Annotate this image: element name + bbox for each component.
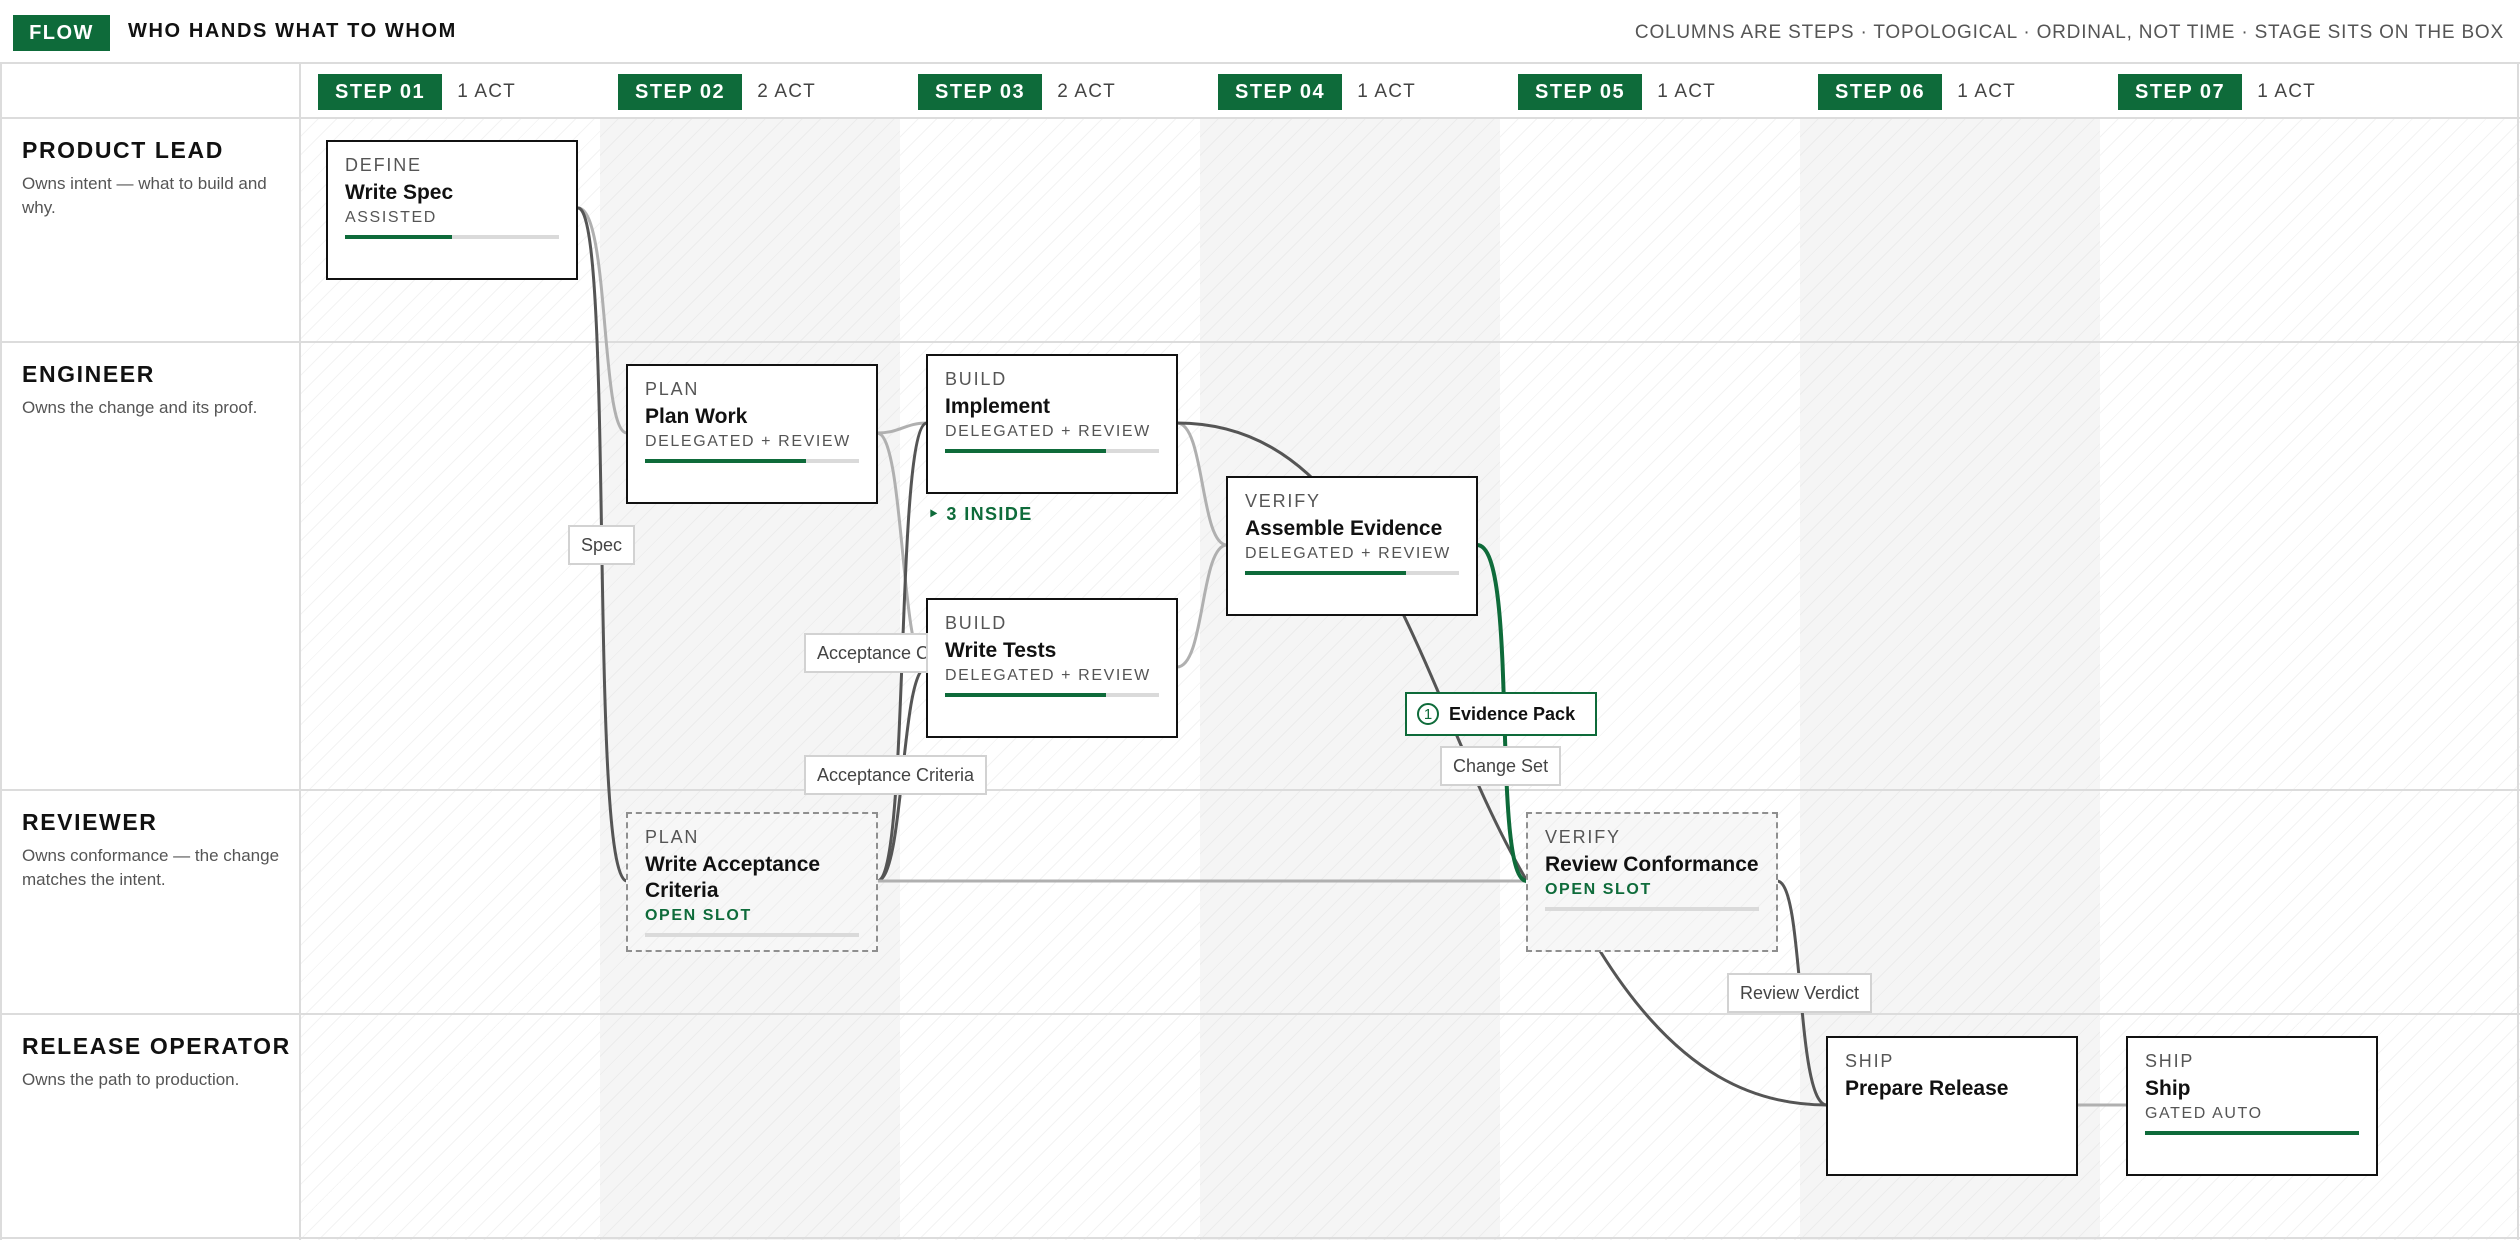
node-write-spec[interactable]: DEFINE Write Spec ASSISTED [326, 140, 578, 280]
node-title: Assemble Evidence [1245, 517, 1443, 540]
edge-tests-to-evidence [1176, 543, 1228, 669]
node-progress-bar [1545, 907, 1759, 911]
edge-label-acceptance-criteria-2: Acceptance Criteria [804, 755, 988, 795]
node-mode: ASSISTED [345, 209, 437, 226]
node-mode: DELEGATED + REVIEW [1245, 545, 1451, 562]
node-assemble-evidence[interactable]: VERIFY Assemble Evidence DELEGATED + REV… [1226, 476, 1478, 616]
node-progress-fill [2145, 1131, 2359, 1135]
node-progress-bar [1245, 571, 1459, 575]
edge-label-acceptance-criteria: Acceptance Criteria [804, 633, 928, 673]
node-stage: DEFINE [345, 155, 422, 175]
node-title: Prepare Release [1845, 1077, 2009, 1100]
node-title: Review Conformance [1545, 853, 1759, 876]
node-progress-bar [945, 693, 1159, 697]
node-progress-bar [945, 449, 1159, 453]
edge-spec-to-plan-work [577, 206, 628, 435]
node-progress-fill [1245, 571, 1406, 575]
artifact-label: Evidence Pack [1449, 703, 1576, 724]
node-stage: BUILD [945, 369, 1008, 389]
node-plan-work[interactable]: PLAN Plan Work DELEGATED + REVIEW [626, 364, 878, 504]
node-progress-fill [645, 459, 806, 463]
node-title: Write Tests [945, 639, 1057, 662]
node-title: Plan Work [645, 405, 748, 428]
node-prepare-release[interactable]: SHIP Prepare Release [1826, 1036, 2078, 1176]
node-progress-bar [345, 235, 559, 239]
node-write-tests[interactable]: BUILD Write Tests DELEGATED + REVIEW [926, 598, 1178, 738]
artifact-number-icon: 1 [1417, 703, 1439, 725]
node-ship[interactable]: SHIP Ship GATED AUTO [2126, 1036, 2378, 1176]
node-mode: DELEGATED + REVIEW [945, 667, 1151, 684]
node-title: Ship [2145, 1077, 2191, 1100]
node-mode: OPEN SLOT [1545, 881, 1652, 898]
node-progress-fill [345, 235, 452, 239]
node-review-conformance[interactable]: VERIFY Review Conformance OPEN SLOT [1526, 812, 1778, 952]
node-stage: VERIFY [1245, 491, 1321, 511]
node-implement[interactable]: BUILD Implement DELEGATED + REVIEW [926, 354, 1178, 494]
node-write-acceptance-criteria[interactable]: PLAN Write Acceptance Criteria OPEN SLOT [626, 812, 878, 952]
node-stage: VERIFY [1545, 827, 1621, 847]
node-progress-bar [2145, 1131, 2359, 1135]
node-stage: SHIP [1845, 1051, 1895, 1071]
node-title: Implement [945, 395, 1051, 418]
edge-implement-to-evidence [1176, 421, 1228, 547]
node-stage: PLAN [645, 827, 700, 847]
node-mode: GATED AUTO [2145, 1105, 2263, 1122]
node-mode: DELEGATED + REVIEW [645, 433, 851, 450]
edge-label-spec: Spec [568, 525, 636, 565]
flow-canvas: FLOW WHO HANDS WHAT TO WHOM COLUMNS ARE … [0, 0, 2520, 1260]
artifact-evidence-pack[interactable]: 1 Evidence Pack [1405, 692, 1597, 736]
node-progress-fill [945, 693, 1106, 697]
edge-label-review-verdict: Review Verdict [1727, 973, 1873, 1013]
node-progress-bar [645, 933, 859, 937]
node-progress-bar [645, 459, 859, 463]
node-title: Write Acceptance Criteria [645, 853, 821, 902]
node-stage: SHIP [2145, 1051, 2195, 1071]
node-mode: OPEN SLOT [645, 907, 752, 924]
node-title: Write Spec [345, 181, 454, 204]
node-mode: DELEGATED + REVIEW [945, 423, 1151, 440]
node-stage: PLAN [645, 379, 700, 399]
node-stage: BUILD [945, 613, 1008, 633]
edge-label-change-set: Change Set [1440, 746, 1562, 786]
node-progress-fill [945, 449, 1106, 453]
inside-count-toggle[interactable]: ‣ 3 INSIDE [928, 504, 1033, 525]
